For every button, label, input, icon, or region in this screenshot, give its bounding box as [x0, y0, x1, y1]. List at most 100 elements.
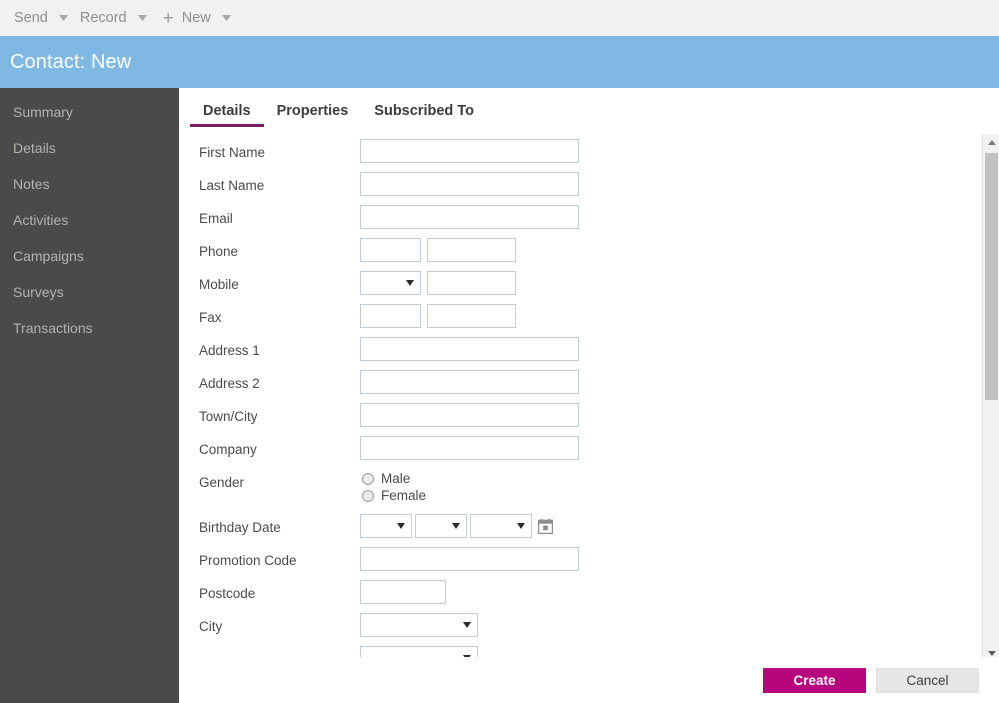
- phone-area-code-input[interactable]: [360, 238, 421, 262]
- form-row-address-1: Address 1: [179, 336, 970, 369]
- birthday-year-select[interactable]: [470, 514, 532, 538]
- city-select[interactable]: [360, 613, 478, 637]
- fax-area-code-input[interactable]: [360, 304, 421, 328]
- form-row-address-2: Address 2: [179, 369, 970, 402]
- radio-icon[interactable]: [362, 472, 374, 485]
- company-input[interactable]: [360, 436, 579, 460]
- fax-number-input[interactable]: [427, 304, 516, 328]
- field-label: Phone: [199, 244, 239, 259]
- main-content: Details Properties Subscribed To First N…: [179, 88, 999, 703]
- sidebar-item-surveys[interactable]: Surveys: [0, 274, 179, 310]
- tab-label: Details: [203, 103, 251, 119]
- toolbar-record-label: Record: [79, 10, 127, 26]
- chevron-down-icon[interactable]: [217, 0, 237, 36]
- contact-form-scroll-region: First Name Last Name Email Phone Mobile …: [179, 134, 999, 662]
- sidebar-item-label: Details: [13, 140, 56, 156]
- birthday-day-select[interactable]: [360, 514, 412, 538]
- scroll-up-arrow-icon[interactable]: [983, 134, 999, 151]
- field-label: [179, 645, 360, 650]
- toolbar-new-label: New: [181, 10, 211, 26]
- field-label: Postcode: [199, 586, 256, 601]
- chevron-down-icon[interactable]: [133, 0, 153, 36]
- town-city-input[interactable]: [360, 403, 579, 427]
- tab-subscribed-to[interactable]: Subscribed To: [361, 103, 487, 127]
- cancel-button[interactable]: Cancel: [876, 667, 979, 693]
- chevron-down-icon: [397, 523, 405, 529]
- tab-properties[interactable]: Properties: [264, 103, 362, 127]
- field-label: Address 2: [199, 376, 260, 391]
- page-header-bar: Contact: New: [0, 36, 999, 88]
- mobile-number-input[interactable]: [427, 271, 516, 295]
- field-label: Gender: [199, 475, 245, 490]
- form-row-promotion-code: Promotion Code: [179, 546, 970, 579]
- form-scrollbar[interactable]: [982, 134, 999, 662]
- toolbar-item-new[interactable]: + New: [153, 0, 237, 36]
- chevron-down-icon: [517, 523, 525, 529]
- contact-form: First Name Last Name Email Phone Mobile …: [179, 134, 970, 662]
- form-row-first-name: First Name: [179, 138, 970, 171]
- sidebar-item-label: Transactions: [13, 320, 93, 336]
- sidebar-item-label: Notes: [13, 176, 50, 192]
- toolbar-send-label: Send: [14, 10, 48, 26]
- radio-label: Male: [381, 471, 411, 486]
- tab-label: Subscribed To: [374, 103, 474, 119]
- toolbar-item-record[interactable]: Record: [74, 0, 153, 36]
- gender-option-female[interactable]: Female: [362, 488, 426, 503]
- first-name-input[interactable]: [360, 139, 579, 163]
- form-row-last-name: Last Name: [179, 171, 970, 204]
- form-row-mobile: Mobile: [179, 270, 970, 303]
- sidebar-item-label: Campaigns: [13, 248, 84, 264]
- address-2-input[interactable]: [360, 370, 579, 394]
- scrollbar-thumb[interactable]: [985, 153, 998, 400]
- form-row-birthday-date: Birthday Date: [179, 513, 970, 546]
- page-title: Contact: New: [10, 50, 132, 73]
- sidebar-item-activities[interactable]: Activities: [0, 202, 179, 238]
- sidebar-nav: Summary Details Notes Activities Campaig…: [0, 88, 179, 703]
- form-row-city: City: [179, 612, 970, 645]
- mobile-prefix-select[interactable]: [360, 271, 421, 295]
- sidebar-item-transactions[interactable]: Transactions: [0, 310, 179, 346]
- field-label: Birthday Date: [199, 520, 281, 535]
- chevron-down-icon: [452, 523, 460, 529]
- sidebar-item-summary[interactable]: Summary: [0, 94, 179, 130]
- tab-bar: Details Properties Subscribed To: [179, 88, 487, 130]
- address-1-input[interactable]: [360, 337, 579, 361]
- field-label: First Name: [199, 145, 266, 160]
- field-label: Company: [199, 442, 257, 457]
- form-row-phone: Phone: [179, 237, 970, 270]
- form-row-email: Email: [179, 204, 970, 237]
- chevron-down-icon: [463, 622, 471, 628]
- plus-icon: +: [162, 7, 174, 29]
- gender-option-male[interactable]: Male: [362, 471, 426, 486]
- toolbar-item-send[interactable]: Send: [8, 0, 74, 36]
- postcode-input[interactable]: [360, 580, 446, 604]
- field-label: City: [199, 619, 223, 634]
- sidebar-item-campaigns[interactable]: Campaigns: [0, 238, 179, 274]
- create-button[interactable]: Create: [763, 667, 866, 693]
- field-label: Last Name: [199, 178, 265, 193]
- tab-label: Properties: [276, 103, 349, 119]
- tab-details[interactable]: Details: [190, 103, 264, 127]
- form-action-bar: Create Cancel: [179, 657, 999, 703]
- birthday-month-select[interactable]: [415, 514, 467, 538]
- radio-icon[interactable]: [362, 489, 374, 502]
- sidebar-item-notes[interactable]: Notes: [0, 166, 179, 202]
- field-label: Promotion Code: [199, 553, 297, 568]
- form-row-gender: Gender Male Female: [179, 468, 970, 513]
- form-row-company: Company: [179, 435, 970, 468]
- chevron-down-icon[interactable]: [54, 0, 74, 36]
- form-row-postcode: Postcode: [179, 579, 970, 612]
- form-row-fax: Fax: [179, 303, 970, 336]
- field-label: Town/City: [199, 409, 258, 424]
- phone-number-input[interactable]: [427, 238, 516, 262]
- field-label: Email: [199, 211, 233, 226]
- calendar-icon[interactable]: [538, 518, 553, 534]
- gender-radio-group: Male Female: [362, 469, 426, 503]
- promotion-code-input[interactable]: [360, 547, 579, 571]
- radio-label: Female: [381, 488, 427, 503]
- sidebar-item-label: Surveys: [13, 284, 64, 300]
- email-input[interactable]: [360, 205, 579, 229]
- chevron-down-icon: [406, 280, 414, 286]
- last-name-input[interactable]: [360, 172, 579, 196]
- sidebar-item-details[interactable]: Details: [0, 130, 179, 166]
